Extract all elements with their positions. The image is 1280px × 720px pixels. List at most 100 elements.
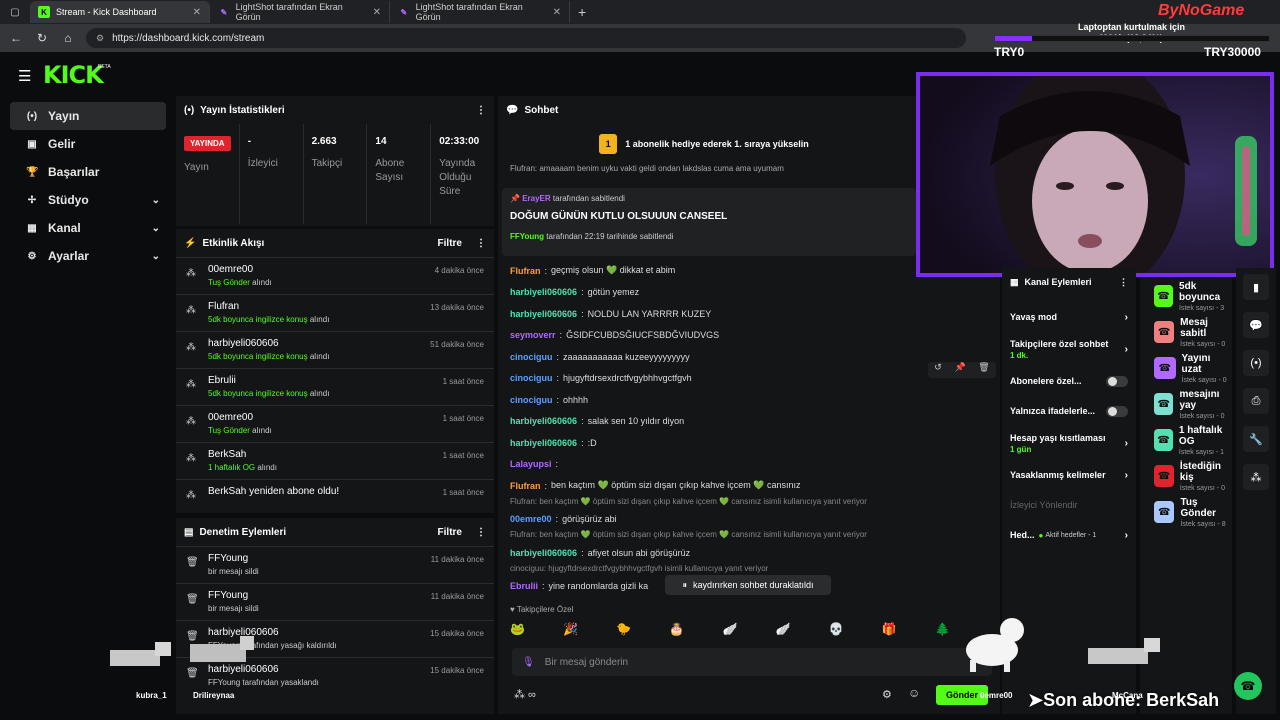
reply-icon[interactable]: ↺ [934, 362, 942, 378]
emote-picker-icon[interactable]: ☺ [908, 686, 920, 700]
support-icon[interactable]: ☎ [1234, 672, 1262, 700]
share-icon[interactable]: ⁂ [1243, 464, 1269, 490]
filter-button[interactable]: Filtre [438, 527, 462, 538]
more-options-icon[interactable]: ⋮ [476, 238, 486, 249]
reward-item[interactable]: ☎ mesajını yay İstek sayısı - 0 [1140, 386, 1232, 422]
chat-username[interactable]: Ebrulii [510, 581, 538, 591]
viewer-redirect-row[interactable]: İzleyici Yönlendir [1002, 490, 1136, 520]
chat-username[interactable]: Flufran [510, 481, 541, 491]
chat-message-input[interactable]: 🎙 Bir mesaj gönderin [512, 648, 992, 676]
chat-username[interactable]: harbiyeli060606 [510, 548, 577, 558]
event-name[interactable]: Flufran [208, 301, 329, 312]
chat-username[interactable]: harbiyeli060606 [510, 416, 577, 426]
chat-username[interactable]: cinociguu [510, 352, 553, 362]
chat-username[interactable]: seymoverr [510, 330, 556, 340]
sidebar-item-ayarlar[interactable]: ⚙ Ayarlar ⌄ [10, 242, 166, 270]
more-options-icon[interactable]: ⋮ [476, 105, 486, 116]
tab-search-icon[interactable]: ▢ [0, 7, 30, 18]
chat-username[interactable]: cinociguu [510, 373, 553, 383]
event-name[interactable]: 00emre00 [208, 264, 272, 275]
close-tab-icon[interactable]: ✕ [373, 7, 381, 18]
close-tab-icon[interactable]: ✕ [193, 7, 201, 18]
reward-item[interactable]: ☎ 1 haftalık OG İstek sayısı - 1 [1140, 422, 1232, 458]
tab-lightshot-2[interactable]: ✎ LightShot tarafından Ekran Görün ✕ [390, 1, 570, 23]
tab-lightshot-1[interactable]: ✎ LightShot tarafından Ekran Görün ✕ [210, 1, 390, 23]
menu-icon[interactable]: ☰ [18, 67, 31, 85]
mod-name[interactable]: FFYoung [208, 590, 259, 601]
print-icon[interactable]: ⎙ [1243, 388, 1269, 414]
kick-points-icon[interactable]: ⁂ ∞ [514, 688, 536, 701]
banned-words-row[interactable]: Yasaklanmış kelimeler › [1002, 460, 1136, 490]
followers-chat-row[interactable]: Takipçilere özel sohbet 1 dk. › [1002, 332, 1136, 366]
reward-item[interactable]: ☎ Mesaj sabitl İstek sayısı - 0 [1140, 314, 1232, 350]
sidebar-item-studyo[interactable]: ✢ Stüdyo ⌄ [10, 186, 166, 214]
subs-only-toggle[interactable] [1106, 375, 1128, 387]
chat-username[interactable]: harbiyeli060606 [510, 309, 577, 319]
filter-button[interactable]: Filtre [438, 238, 462, 249]
chat-username[interactable]: Flufran [510, 266, 541, 276]
clipboard-icon[interactable]: ▮ [1243, 274, 1269, 300]
more-options-icon[interactable]: ⋮ [1119, 277, 1128, 288]
account-age-row[interactable]: Hesap yaşı kısıtlaması 1 gün › [1002, 426, 1136, 460]
sidebar-item-yayin[interactable]: (•) Yayın [10, 102, 166, 130]
broadcast-icon[interactable]: (•) [1243, 350, 1269, 376]
more-options-icon[interactable]: ⋮ [476, 527, 486, 538]
kick-points-icon: ⁂ [186, 268, 196, 279]
pinned-by-user[interactable]: ErayER [522, 194, 550, 203]
duck-emote-icon[interactable]: 🐤 [616, 622, 631, 642]
url-field[interactable]: ⚙ https://dashboard.kick.com/stream [86, 28, 966, 48]
kick-points-icon: ⁂ [186, 453, 196, 464]
reward-item[interactable]: ☎ İstediğin kiş İstek sayısı - 0 [1140, 458, 1232, 494]
new-tab-button[interactable]: + [570, 4, 594, 20]
event-name[interactable]: BerkSah yeniden abone oldu! [208, 486, 339, 497]
event-desc: 1 haftalık OG alındı [208, 463, 277, 472]
cake-emote-icon[interactable]: 🎂 [669, 622, 684, 642]
chat-username[interactable]: cinociguu [510, 395, 553, 405]
studio-icon: ✢ [27, 194, 37, 206]
wrench-icon[interactable]: 🔧 [1243, 426, 1269, 452]
party-emote-icon[interactable]: 🎉 [563, 622, 578, 642]
reward-item[interactable]: ☎ Tuş Gönder İstek sayısı - 8 [1140, 494, 1232, 530]
chat-username[interactable]: harbiyeli060606 [510, 438, 577, 448]
event-name[interactable]: 00emre00 [208, 412, 272, 423]
chat-username[interactable]: harbiyeli060606 [510, 287, 577, 297]
pinned-mod-user[interactable]: FFYoung [510, 232, 544, 241]
back-arrow-icon[interactable]: ← [8, 31, 24, 45]
chat-text: götün yemez [587, 287, 640, 298]
mod-name[interactable]: FFYoung [208, 553, 259, 564]
panel-title: Sohbet [524, 104, 559, 116]
gift-emote-icon[interactable]: 🎁 [882, 622, 897, 642]
event-name[interactable]: harbiyeli060606 [208, 338, 329, 349]
wing-emote-icon[interactable]: 🪽 [723, 622, 738, 642]
chat-username[interactable]: 00emre00 [510, 514, 552, 524]
goals-row[interactable]: Hed... ● Aktif hedefler - 1 › [1002, 520, 1136, 550]
kick-logo[interactable]: KICK [43, 61, 104, 89]
reload-icon[interactable]: ↻ [34, 31, 50, 45]
pin-icon[interactable]: 📌 [954, 362, 965, 378]
mic-icon[interactable]: 🎙 [522, 657, 535, 668]
tree-emote-icon[interactable]: 🌲 [935, 622, 950, 642]
reward-count: İstek sayısı - 0 [1179, 412, 1225, 420]
home-icon[interactable]: ⌂ [60, 31, 76, 45]
site-info-icon[interactable]: ⚙ [96, 33, 104, 44]
tab-kick-dashboard[interactable]: K Stream - Kick Dashboard ✕ [30, 1, 210, 23]
sidebar-item-kanal[interactable]: ▦ Kanal ⌄ [10, 214, 166, 242]
skull-emote-icon[interactable]: 💀 [829, 622, 844, 642]
event-name[interactable]: BerkSah [208, 449, 277, 460]
streamer-camera-image [920, 76, 1270, 273]
sidebar-item-gelir[interactable]: ▣ Gelir [10, 130, 166, 158]
sidebar-item-basarilar[interactable]: 🏆 Başarılar [10, 158, 166, 186]
event-name[interactable]: Ebrulii [208, 375, 329, 386]
reward-item[interactable]: ☎ 5dk boyunca İstek sayısı - 3 [1140, 278, 1232, 314]
close-tab-icon[interactable]: ✕ [553, 7, 561, 18]
emotes-only-toggle[interactable] [1106, 405, 1128, 417]
chat-settings-icon[interactable]: ⚙ [882, 688, 892, 701]
frog-emote-icon[interactable]: 🐸 [510, 622, 525, 642]
wing2-emote-icon[interactable]: 🪽 [776, 622, 791, 642]
chat-paused-banner[interactable]: ⏸ kaydırırken sohbet duraklatıldı [665, 575, 831, 595]
trash-icon[interactable]: 🗑 [978, 362, 989, 378]
chat-icon[interactable]: 💬 [1243, 312, 1269, 338]
slow-mode-row[interactable]: Yavaş mod › [1002, 302, 1136, 332]
reward-item[interactable]: ☎ Yayını uzat İstek sayısı - 0 [1140, 350, 1232, 386]
chat-username[interactable]: Lalayupsi [510, 459, 552, 469]
